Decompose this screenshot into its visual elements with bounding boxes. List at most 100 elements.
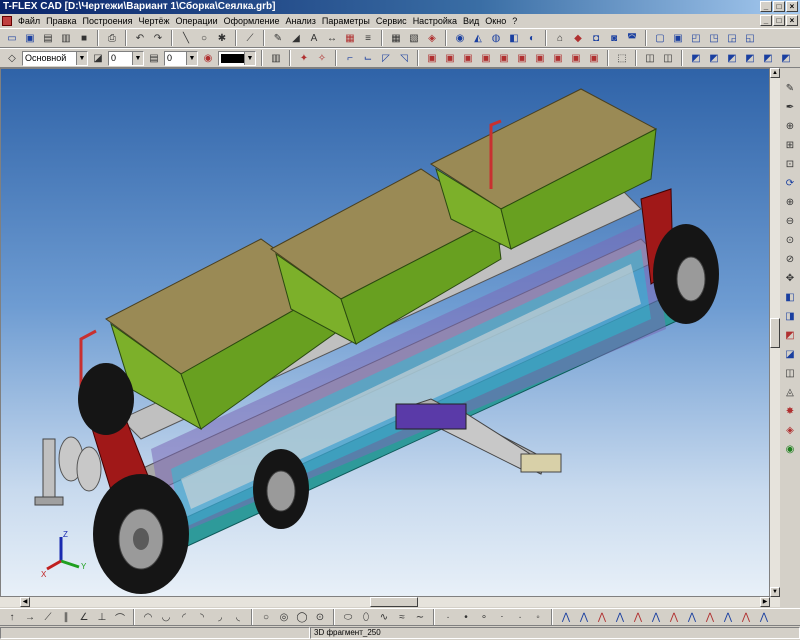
arrow-right-icon[interactable]: → — [22, 609, 38, 625]
texture-icon[interactable]: ◉ — [782, 441, 798, 457]
menu-settings[interactable]: Настройка — [410, 16, 460, 26]
point5-icon[interactable]: ∙ — [512, 609, 528, 625]
vertical-scrollbar[interactable]: ▲ ▼ — [770, 68, 780, 597]
new-file-icon[interactable]: ▭ — [4, 30, 20, 46]
constraint9-icon[interactable]: ⋀ — [702, 609, 718, 625]
circle2-icon[interactable]: ◎ — [276, 609, 292, 625]
arc3-icon[interactable]: ◜ — [176, 609, 192, 625]
arc5-icon[interactable]: ◞ — [212, 609, 228, 625]
rotate-icon[interactable]: ◐ — [524, 30, 540, 46]
minimize-button[interactable]: _ — [760, 1, 772, 12]
show-icon[interactable]: ◬ — [782, 384, 798, 400]
menu-help[interactable]: ? — [509, 16, 520, 26]
maximize-button[interactable]: □ — [773, 1, 785, 12]
filter-body-icon[interactable]: ▣ — [424, 50, 440, 66]
shell-icon[interactable]: ◚ — [624, 30, 640, 46]
constraint6-icon[interactable]: ⋀ — [648, 609, 664, 625]
tangent-icon[interactable]: ⌒ — [112, 609, 128, 625]
parallel-icon[interactable]: ∥ — [58, 609, 74, 625]
layers-icon[interactable]: ▧ — [406, 30, 422, 46]
ellipse-icon[interactable]: ⬭ — [340, 609, 356, 625]
scroll-left-icon[interactable]: ◀ — [20, 597, 30, 607]
ellipse2-icon[interactable]: ⬯ — [358, 609, 374, 625]
view-iso6-icon[interactable]: ◩ — [778, 50, 794, 66]
constraint11-icon[interactable]: ⋀ — [738, 609, 754, 625]
chamfer-icon[interactable]: ◙ — [606, 30, 622, 46]
3d-node-icon[interactable]: ◉ — [452, 30, 468, 46]
filter-fragment-icon[interactable]: ▣ — [586, 50, 602, 66]
view-icon[interactable]: ◲ — [724, 30, 740, 46]
scroll-up-icon[interactable]: ▲ — [770, 68, 780, 78]
select-loop-icon[interactable]: ◹ — [396, 50, 412, 66]
brush-icon[interactable]: ✎ — [782, 80, 798, 96]
rotate-view-icon[interactable]: ⟳ — [782, 175, 798, 191]
snap-point-icon[interactable]: ✦ — [296, 50, 312, 66]
filter-operation-icon[interactable]: ▣ — [442, 50, 458, 66]
open-folder-icon[interactable]: ▥ — [58, 30, 74, 46]
color-select[interactable]: ▼ — [218, 50, 256, 66]
point4-icon[interactable]: ⋅ — [494, 609, 510, 625]
constraint7-icon[interactable]: ⋀ — [666, 609, 682, 625]
view-iso2-icon[interactable]: ◩ — [706, 50, 722, 66]
mirror-icon[interactable]: ▣ — [670, 30, 686, 46]
document-icon[interactable] — [2, 16, 12, 26]
constraint1-icon[interactable]: ⋀ — [558, 609, 574, 625]
point-icon[interactable]: · — [440, 609, 456, 625]
filter-face-icon[interactable]: ▣ — [460, 50, 476, 66]
circle4-icon[interactable]: ⊙ — [312, 609, 328, 625]
perpendicular-icon[interactable]: ⊥ — [94, 609, 110, 625]
menu-window[interactable]: Окно — [482, 16, 509, 26]
scroll-right-icon[interactable]: ▶ — [760, 597, 770, 607]
chevron-down-icon[interactable]: ▼ — [76, 51, 87, 65]
filter-axis-icon[interactable]: ▣ — [550, 50, 566, 66]
constraint10-icon[interactable]: ⋀ — [720, 609, 736, 625]
select-filter-icon[interactable]: ▥ — [268, 50, 284, 66]
window-icon[interactable]: ◱ — [742, 30, 758, 46]
hatch-icon[interactable]: ◢ — [288, 30, 304, 46]
node-icon[interactable]: ✱ — [214, 30, 230, 46]
undo-icon[interactable]: ↶ — [132, 30, 148, 46]
profile-icon[interactable]: ◍ — [488, 30, 504, 46]
arrow-up-icon[interactable]: ↑ — [4, 609, 20, 625]
sketch-icon[interactable]: ✎ — [270, 30, 286, 46]
light-icon[interactable]: ✸ — [782, 403, 798, 419]
view-iso4-icon[interactable]: ◩ — [742, 50, 758, 66]
doc-minimize-button[interactable]: _ — [760, 15, 772, 26]
filter-loop-icon[interactable]: ▣ — [514, 50, 530, 66]
grid-icon[interactable]: ▦ — [388, 30, 404, 46]
circle-icon[interactable]: ○ — [196, 30, 212, 46]
angle-icon[interactable]: ∠ — [76, 609, 92, 625]
select-edge-icon[interactable]: ⌙ — [360, 50, 376, 66]
pan-icon[interactable]: ✥ — [782, 270, 798, 286]
view-front-icon[interactable]: ◫ — [642, 50, 658, 66]
spline3-icon[interactable]: ∼ — [412, 609, 428, 625]
menu-view[interactable]: Вид — [460, 16, 482, 26]
variables-icon[interactable]: ≡ — [360, 30, 376, 46]
point3-icon[interactable]: ∘ — [476, 609, 492, 625]
cube-icon[interactable]: ◰ — [688, 30, 704, 46]
doc-restore-button[interactable]: □ — [773, 15, 785, 26]
point6-icon[interactable]: ◦ — [530, 609, 546, 625]
chevron-down-icon[interactable]: ▼ — [132, 51, 143, 65]
render-icon[interactable]: ◪ — [782, 346, 798, 362]
menu-drawing[interactable]: Чертёж — [136, 16, 173, 26]
arc2-icon[interactable]: ◡ — [158, 609, 174, 625]
camera-icon[interactable]: ◩ — [782, 327, 798, 343]
zoom-prev-icon[interactable]: ⊘ — [782, 251, 798, 267]
construction-icon[interactable]: ⟋ — [242, 30, 258, 46]
view-back-icon[interactable]: ◫ — [660, 50, 676, 66]
level-select[interactable]: 0 ▼ — [108, 50, 144, 66]
paperclip-icon[interactable]: ⌂ — [552, 30, 568, 46]
dimension-icon[interactable]: ↔ — [324, 30, 340, 46]
view-iso5-icon[interactable]: ◩ — [760, 50, 776, 66]
constraint4-icon[interactable]: ⋀ — [612, 609, 628, 625]
filter-point-icon[interactable]: ▣ — [532, 50, 548, 66]
constraint12-icon[interactable]: ⋀ — [756, 609, 772, 625]
snap-edge-icon[interactable]: ✧ — [314, 50, 330, 66]
print-icon[interactable]: ⎙ — [104, 30, 120, 46]
zoom-icon[interactable]: ⊕ — [782, 194, 798, 210]
menu-annotation[interactable]: Оформление — [221, 16, 283, 26]
filter-vertex-icon[interactable]: ▣ — [496, 50, 512, 66]
zoom-window-icon[interactable]: ⊞ — [782, 137, 798, 153]
arc4-icon[interactable]: ◝ — [194, 609, 210, 625]
